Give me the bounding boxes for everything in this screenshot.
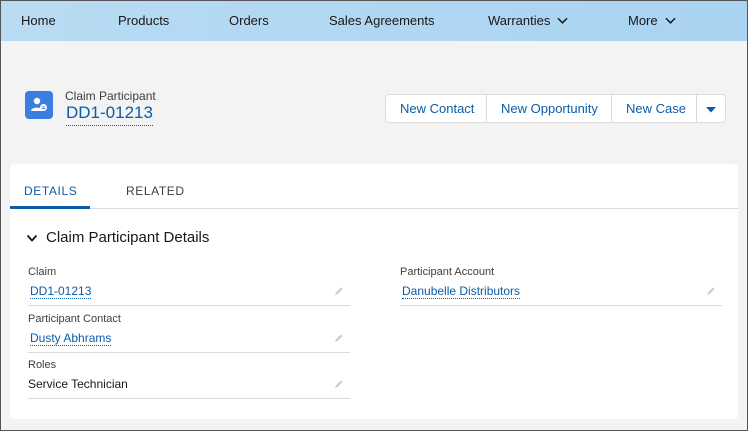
claim-link[interactable]: DD1-01213 xyxy=(30,284,92,299)
nav-item-more[interactable]: More xyxy=(628,13,676,28)
edit-pencil-icon[interactable] xyxy=(334,379,344,389)
nav-item-more-label: More xyxy=(628,13,658,28)
more-actions-button[interactable] xyxy=(697,95,725,122)
section-title: Claim Participant Details xyxy=(46,229,210,246)
field-claim: Claim DD1-01213 xyxy=(28,266,350,306)
nav-item-home[interactable]: Home xyxy=(21,13,56,28)
active-tab-indicator xyxy=(10,206,90,209)
chevron-down-icon xyxy=(557,17,568,24)
record-object-type: Claim Participant xyxy=(65,89,156,103)
field-roles: Roles Service Technician xyxy=(28,359,350,399)
contact-icon xyxy=(25,91,53,119)
details-card: DETAILS RELATED Claim Participant Detail… xyxy=(10,164,738,419)
field-participant-account: Participant Account Danubelle Distributo… xyxy=(400,266,722,306)
field-participant-contact: Participant Contact Dusty Abhrams xyxy=(28,313,350,353)
participant-contact-link[interactable]: Dusty Abhrams xyxy=(30,331,112,346)
section-toggle[interactable]: Claim Participant Details xyxy=(26,229,209,246)
chevron-down-icon xyxy=(665,17,676,24)
new-contact-button[interactable]: New Contact xyxy=(386,95,487,122)
edit-pencil-icon[interactable] xyxy=(334,333,344,343)
field-label: Participant Contact xyxy=(28,313,121,325)
field-label: Claim xyxy=(28,266,57,278)
tab-bar: DETAILS RELATED xyxy=(10,164,738,209)
field-label: Roles xyxy=(28,359,57,371)
nav-item-warranties[interactable]: Warranties xyxy=(488,13,568,28)
top-navigation-bar: Home Products Orders Sales Agreements Wa… xyxy=(1,1,747,41)
participant-account-link[interactable]: Danubelle Distributors xyxy=(402,284,521,299)
field-label: Participant Account xyxy=(400,266,495,278)
roles-value: Service Technician xyxy=(28,377,128,391)
nav-item-products[interactable]: Products xyxy=(118,13,169,28)
nav-item-orders[interactable]: Orders xyxy=(229,13,269,28)
edit-pencil-icon[interactable] xyxy=(334,286,344,296)
nav-item-sales-agreements[interactable]: Sales Agreements xyxy=(329,13,435,28)
tab-related[interactable]: RELATED xyxy=(126,184,185,198)
record-actions: New Contact New Opportunity New Case xyxy=(385,94,726,123)
record-header: Claim Participant DD1-01213 New Contact … xyxy=(1,41,747,161)
new-case-button[interactable]: New Case xyxy=(612,95,697,122)
caret-down-icon xyxy=(706,106,716,112)
chevron-down-icon xyxy=(26,234,38,242)
record-title: DD1-01213 xyxy=(66,102,153,126)
new-opportunity-button[interactable]: New Opportunity xyxy=(487,95,612,122)
edit-pencil-icon[interactable] xyxy=(706,286,716,296)
nav-item-warranties-label: Warranties xyxy=(488,13,551,28)
tab-details[interactable]: DETAILS xyxy=(24,184,77,198)
